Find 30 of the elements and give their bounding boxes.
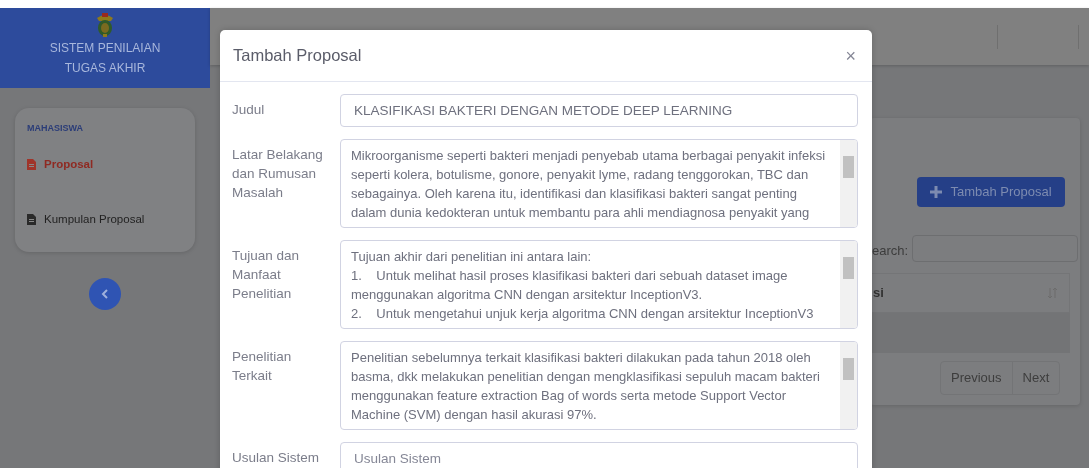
chevron-left-icon bbox=[101, 289, 109, 299]
field-label: Usulan Sistem bbox=[232, 449, 321, 467]
text-area[interactable]: Mikroorganisme seperti bakteri menjadi penyebab utama berbagai penyakit infeksi seperti kolera, botulisme, gonore, penyakit lyme, radang tenggorokan, TBC dan sebagainya. Oleh karena itu, identifikasi dan klasifikasi bakteri sangat penting dalam dunia kedokteran untuk membantu para ahli mendiagnosa penyakit yang bbox=[340, 139, 858, 228]
pagination-button[interactable]: Next bbox=[1012, 362, 1060, 394]
document-icon bbox=[27, 213, 36, 225]
modal-title: Tambah Proposal bbox=[233, 45, 362, 66]
field-label: Judul bbox=[232, 101, 266, 119]
text-field[interactable]: KLASIFIKASI BAKTERI DENGAN METODE DEEP LEARNING bbox=[340, 94, 858, 127]
sidebar-item[interactable]: Kumpulan Proposal bbox=[27, 204, 183, 234]
brand-title: SISTEM PENILAIAN TUGAS AKHIR bbox=[48, 40, 162, 77]
column-header: si bbox=[873, 284, 884, 303]
document-icon bbox=[27, 158, 36, 170]
add-proposal-button[interactable]: Tambah Proposal bbox=[917, 177, 1065, 207]
search-label: earch: bbox=[872, 242, 909, 260]
scrollbar[interactable] bbox=[840, 342, 857, 429]
field-label: Tujuan dan Manfaat Penelitian bbox=[232, 247, 301, 303]
emblem-icon bbox=[94, 12, 116, 38]
text-area[interactable]: Tujuan akhir dari penelitian ini antara lain: 1. Untuk melihat hasil proses klasifikasi bakteri dari sebuah dataset image menggunakan algoritma CNN dengan arsitektur InceptionV3. 2. Untuk mengetahui unjuk kerja algoritma CNN dengan arsitektur InceptionV3 bbox=[340, 240, 858, 329]
scrollbar[interactable] bbox=[840, 140, 857, 227]
section-label: MAHASISWA bbox=[27, 122, 84, 135]
scrollbar[interactable] bbox=[840, 241, 857, 328]
sidebar-item[interactable]: Proposal bbox=[27, 149, 183, 179]
collapse-button[interactable] bbox=[89, 278, 121, 310]
plus-icon bbox=[930, 186, 943, 198]
field-label: Latar Belakang dan Rumusan Masalah bbox=[232, 146, 324, 202]
close-button[interactable]: × bbox=[843, 46, 858, 65]
text-area[interactable]: Penelitian sebelumnya terkait klasifikasi bakteri dilakukan pada tahun 2018 oleh basma, dkk melakukan penelitian dengan mengklasifikasi sepuluh macam bakteri menggunakan feature extraction Bag of words serta metode Support Vector Machine (SVM) dengan hasil akurasi 97%. bbox=[340, 341, 858, 430]
text-field[interactable]: Usulan Sistem bbox=[340, 442, 858, 468]
pagination-button[interactable]: Previous bbox=[941, 362, 1013, 394]
field-label: Penelitian Terkait bbox=[232, 348, 293, 385]
